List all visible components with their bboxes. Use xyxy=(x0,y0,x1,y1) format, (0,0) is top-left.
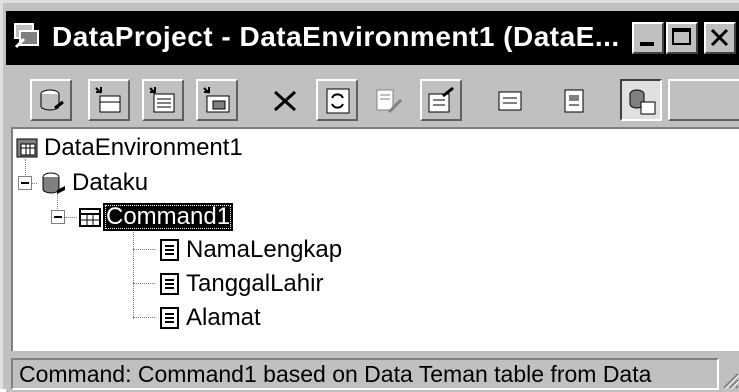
window-title: DataProject - DataEnvironment1 (DataE... xyxy=(52,21,620,52)
insert-stored-procedure-icon xyxy=(149,87,175,113)
collapse-command-toggle[interactable] xyxy=(51,210,65,224)
arrange-by-connection-icon xyxy=(629,89,656,115)
resize-grip-icon[interactable] xyxy=(720,370,739,390)
add-command-icon xyxy=(95,87,121,113)
tree-node-field[interactable]: NamaLengkap xyxy=(157,236,345,264)
toolbar xyxy=(6,65,739,135)
tree-node-label: DataEnvironment1 xyxy=(44,134,243,161)
collapse-connection-toggle[interactable] xyxy=(18,176,32,190)
command-table-icon xyxy=(79,208,101,227)
close-icon xyxy=(710,28,729,47)
delete-icon xyxy=(273,90,297,112)
data-environment-window: DataProject - DataEnvironment1 (DataE... xyxy=(0,0,739,392)
database-connection-icon xyxy=(42,172,65,194)
minimize-icon xyxy=(640,42,654,46)
design-button[interactable] xyxy=(368,79,410,121)
delete-button[interactable] xyxy=(264,79,306,121)
overflow-toolbar-button[interactable] xyxy=(668,79,739,121)
tree-line xyxy=(133,283,155,284)
close-button[interactable] xyxy=(704,22,736,54)
options-icon xyxy=(564,89,584,113)
properties-icon xyxy=(428,86,454,113)
add-connection-button[interactable] xyxy=(30,79,72,121)
tree-node-label-selected: Command1 xyxy=(103,203,234,231)
data-environment-icon xyxy=(14,23,39,49)
maximize-button[interactable] xyxy=(666,22,698,54)
tree-line xyxy=(133,249,155,250)
view-code-button[interactable] xyxy=(488,79,530,121)
title-bar[interactable]: DataProject - DataEnvironment1 (DataE... xyxy=(6,11,739,65)
refresh-button[interactable] xyxy=(316,79,358,121)
tree-node-label: NamaLengkap xyxy=(186,236,343,263)
tree-node-data-environment[interactable]: DataEnvironment1 xyxy=(15,134,246,162)
add-connection-icon xyxy=(40,89,64,111)
tree-line xyxy=(133,317,155,318)
tree-node-field[interactable]: Alamat xyxy=(157,304,264,332)
add-child-command-button[interactable] xyxy=(196,79,238,121)
tree-node-command[interactable]: Command1 xyxy=(77,203,234,231)
design-icon xyxy=(376,89,403,114)
tree-node-label: Alamat xyxy=(186,304,261,331)
tree-line xyxy=(65,217,77,218)
tree-node-label: Dataku xyxy=(72,169,149,196)
field-icon xyxy=(160,307,179,329)
view-code-icon xyxy=(498,91,522,111)
status-panel: Command: Command1 based on Data Teman ta… xyxy=(11,358,719,390)
minimize-button[interactable] xyxy=(632,22,664,54)
maximize-icon xyxy=(672,28,691,45)
properties-button[interactable] xyxy=(420,79,462,121)
refresh-icon xyxy=(326,88,350,114)
add-child-command-icon xyxy=(203,87,230,113)
tree-node-connection[interactable]: Dataku xyxy=(39,169,151,197)
data-environment-tree[interactable]: DataEnvironment1 Dataku Command1 NamaLen… xyxy=(11,127,739,351)
arrange-by-connection-button[interactable] xyxy=(620,79,662,121)
insert-stored-procedure-button[interactable] xyxy=(142,79,184,121)
data-environment-node-icon xyxy=(16,138,38,158)
options-button[interactable] xyxy=(552,79,594,121)
field-icon xyxy=(160,239,179,261)
status-bar: Command: Command1 based on Data Teman ta… xyxy=(6,355,739,392)
field-icon xyxy=(160,273,179,295)
tree-node-field[interactable]: TanggalLahir xyxy=(157,270,326,298)
status-text: Command: Command1 based on Data Teman ta… xyxy=(19,361,652,387)
tree-node-label: TanggalLahir xyxy=(186,270,324,297)
tree-line xyxy=(133,229,134,319)
add-command-button[interactable] xyxy=(88,79,130,121)
